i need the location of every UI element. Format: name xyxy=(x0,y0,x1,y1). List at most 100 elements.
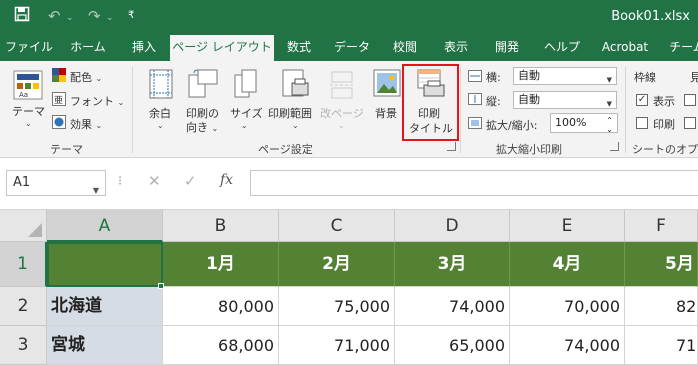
fonts-icon: 亜 xyxy=(52,92,66,109)
formula-bar-grip-icon[interactable]: ⁝ xyxy=(118,174,122,189)
column-header-b[interactable]: B xyxy=(163,210,279,242)
tab-home[interactable]: ホーム xyxy=(58,33,118,61)
tab-formulas[interactable]: 数式 xyxy=(274,33,324,61)
title-bar: ↶ ⌄ ↷ ⌄ ₹ Book01.xlsx xyxy=(0,0,698,33)
print-titles-highlight xyxy=(402,64,459,141)
ribbon: Aa テーマ ⌄ 配色 ⌄ 亜 フォント ⌄ 効果 ⌄ テーマ 余白 ⌄ 印刷の… xyxy=(0,61,698,158)
size-dropdown-icon[interactable]: ⌄ xyxy=(241,121,248,130)
tab-view[interactable]: 表示 xyxy=(430,33,482,61)
print-area-dropdown-icon[interactable]: ⌄ xyxy=(292,121,299,130)
tab-developer[interactable]: 開発 xyxy=(482,33,532,61)
cell-a1[interactable] xyxy=(47,242,163,287)
tab-acrobat[interactable]: Acrobat xyxy=(592,33,658,61)
page-setup-launcher-icon[interactable] xyxy=(447,142,456,151)
column-header-a[interactable]: A xyxy=(47,210,163,242)
tab-team[interactable]: チーム xyxy=(662,33,698,61)
cancel-icon[interactable]: ✕ xyxy=(148,172,161,190)
effects-button[interactable]: 効果 ⌄ xyxy=(70,116,102,132)
cell-e1[interactable]: 4月 xyxy=(510,242,625,287)
themes-icon[interactable]: Aa xyxy=(12,69,44,104)
width-dropdown[interactable]: 自動 ▼ xyxy=(513,67,617,85)
cell-b2[interactable]: 80,000 xyxy=(163,287,279,326)
fill-handle[interactable] xyxy=(158,283,164,289)
column-header-d[interactable]: D xyxy=(395,210,510,242)
column-header-f[interactable]: F xyxy=(625,210,698,242)
tab-help[interactable]: ヘルプ xyxy=(532,33,592,61)
print-area-icon[interactable] xyxy=(282,69,310,102)
cell-a3[interactable]: 宮城 xyxy=(47,326,163,365)
row-header-1[interactable]: 1 xyxy=(0,242,47,287)
scale-launcher-icon[interactable] xyxy=(610,142,619,151)
cell-d2[interactable]: 74,000 xyxy=(395,287,510,326)
themes-dropdown-icon[interactable]: ⌄ xyxy=(25,119,32,128)
tab-page-layout[interactable]: ページ レイアウト xyxy=(170,35,274,61)
scale-spinner[interactable]: 100% ⌃ ⌄ xyxy=(550,113,618,134)
row-header-3[interactable]: 3 xyxy=(0,326,47,365)
cell-d3[interactable]: 65,000 xyxy=(395,326,510,365)
column-header-e[interactable]: E xyxy=(510,210,625,242)
select-all-button[interactable] xyxy=(0,210,47,242)
fonts-button[interactable]: フォント ⌄ xyxy=(70,93,124,109)
gridlines-title: 枠線 xyxy=(634,71,656,84)
gridlines-print-checkbox[interactable] xyxy=(636,117,648,129)
cell-b3[interactable]: 68,000 xyxy=(163,326,279,365)
fonts-label: フォント xyxy=(70,95,114,108)
cell-c2[interactable]: 75,000 xyxy=(279,287,395,326)
tab-data[interactable]: データ xyxy=(324,33,380,61)
cell-c1[interactable]: 2月 xyxy=(279,242,395,287)
group-divider xyxy=(132,67,133,153)
size-icon[interactable] xyxy=(234,69,258,102)
headings-print-checkbox[interactable] xyxy=(684,117,696,129)
orientation-button[interactable]: 向き ⌄ xyxy=(186,119,218,135)
enter-icon[interactable]: ✓ xyxy=(184,172,197,190)
name-box[interactable]: A1 ▼ xyxy=(6,170,106,196)
margins-label[interactable]: 余白 xyxy=(149,105,171,121)
chevron-down-icon: ▼ xyxy=(606,100,612,108)
cell-e3[interactable]: 74,000 xyxy=(510,326,625,365)
print-area-label[interactable]: 印刷範囲 xyxy=(268,105,312,121)
cell-a2[interactable]: 北海道 xyxy=(47,287,163,326)
tab-file[interactable]: ファイル xyxy=(0,33,58,61)
orientation-icon[interactable] xyxy=(188,69,218,102)
page-setup-group-title: ページ設定 xyxy=(258,143,313,156)
tab-review[interactable]: 校閲 xyxy=(380,33,430,61)
formula-input[interactable] xyxy=(250,170,698,196)
gridlines-view-checkbox[interactable]: ✓ xyxy=(636,94,648,106)
background-label[interactable]: 背景 xyxy=(375,105,397,121)
insert-function-icon[interactable]: fx xyxy=(220,172,233,188)
select-all-triangle-icon xyxy=(28,223,42,237)
gridlines-print-label: 印刷 xyxy=(653,118,675,131)
size-label[interactable]: サイズ xyxy=(230,105,263,121)
undo-dropdown-icon[interactable]: ⌄ xyxy=(66,13,74,23)
redo-icon[interactable]: ↷ xyxy=(88,7,101,25)
save-icon[interactable] xyxy=(14,6,30,26)
height-dropdown[interactable]: 自動 ▼ xyxy=(513,91,617,109)
breaks-label: 改ページ xyxy=(320,107,364,120)
themes-button-label[interactable]: テーマ xyxy=(12,103,45,119)
cell-f1[interactable]: 5月 xyxy=(625,242,698,287)
column-header-c[interactable]: C xyxy=(279,210,395,242)
cell-c3[interactable]: 71,000 xyxy=(279,326,395,365)
background-icon[interactable] xyxy=(373,69,401,102)
row-header-2[interactable]: 2 xyxy=(0,287,47,326)
redo-dropdown-icon[interactable]: ⌄ xyxy=(106,13,114,23)
document-title: Book01.xlsx xyxy=(611,9,690,24)
breaks-icon xyxy=(330,71,354,102)
spin-down-icon[interactable]: ⌄ xyxy=(606,121,613,139)
customize-qat-icon[interactable]: ₹ xyxy=(128,10,134,21)
cell-d1[interactable]: 3月 xyxy=(395,242,510,287)
chevron-down-icon: ▼ xyxy=(606,76,612,84)
undo-icon[interactable]: ↶ xyxy=(48,7,61,25)
tab-insert[interactable]: 挿入 xyxy=(118,33,170,61)
cell-f2[interactable]: 82 xyxy=(625,287,698,326)
height-icon xyxy=(468,93,482,108)
height-label: 縦: xyxy=(486,95,501,108)
svg-text:Aa: Aa xyxy=(19,91,28,99)
cell-b1[interactable]: 1月 xyxy=(163,242,279,287)
margins-dropdown-icon[interactable]: ⌄ xyxy=(157,121,164,130)
colors-button[interactable]: 配色 ⌄ xyxy=(70,69,102,85)
headings-view-checkbox[interactable] xyxy=(684,94,696,106)
cell-f3[interactable]: 71 xyxy=(625,326,698,365)
margins-icon[interactable] xyxy=(148,69,174,102)
cell-e2[interactable]: 70,000 xyxy=(510,287,625,326)
